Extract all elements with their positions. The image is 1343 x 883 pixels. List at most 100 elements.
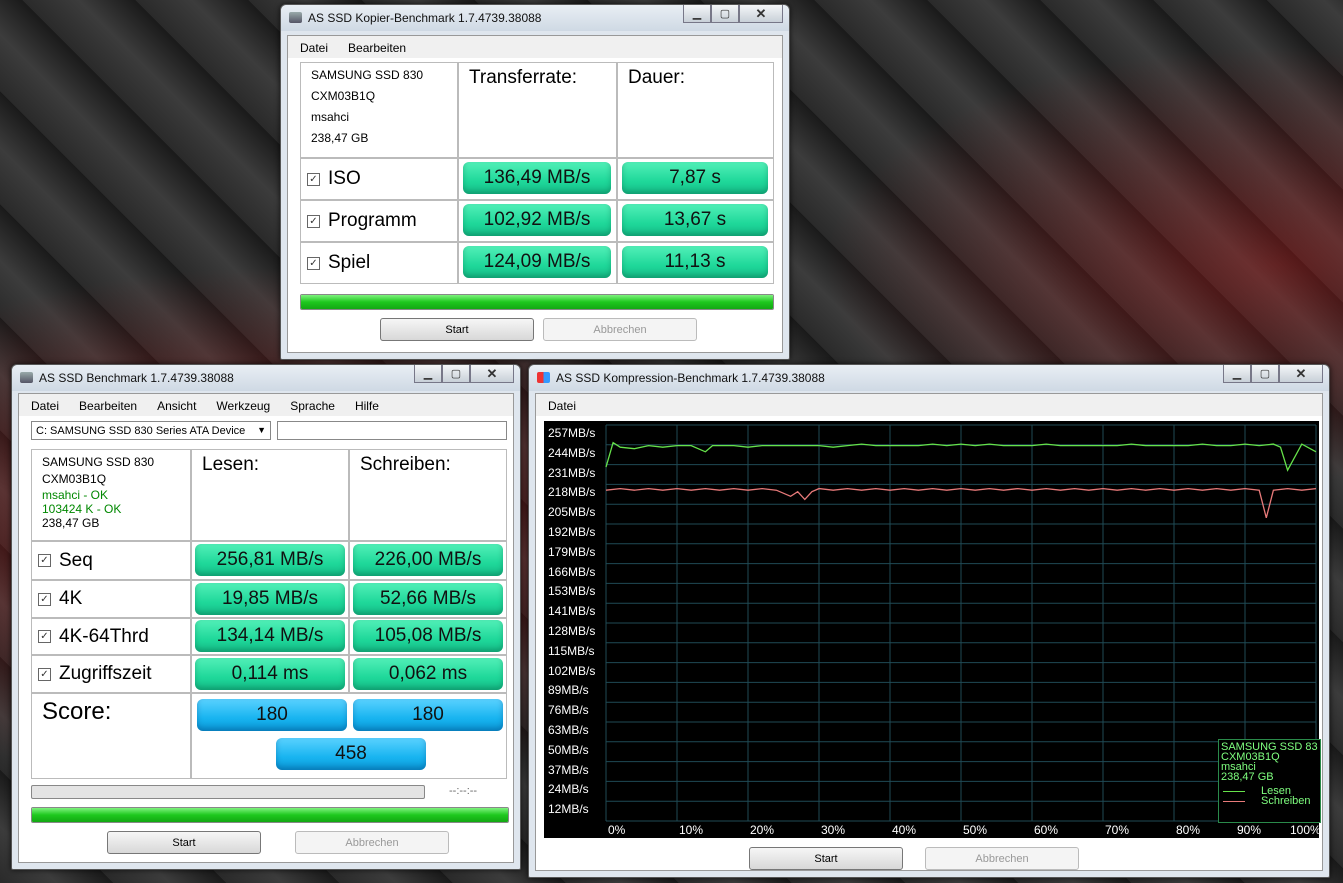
y-tick-label: 166MB/s	[548, 564, 596, 579]
programm-time-value: 13,67 s	[622, 204, 768, 236]
4k-write-value: 52,66 MB/s	[353, 583, 503, 615]
row-label: Seq	[59, 549, 93, 571]
x-tick-label: 0%	[608, 823, 626, 837]
y-tick-label: 76MB/s	[548, 703, 589, 718]
copy-cancel-button[interactable]: Abbrechen	[543, 318, 697, 341]
row-label: Spiel	[328, 252, 371, 273]
menu-sprache[interactable]: Sprache	[278, 394, 343, 416]
bench-window-title: AS SSD Benchmark 1.7.4739.38088	[39, 371, 234, 385]
menu-hilfe[interactable]: Hilfe	[343, 394, 387, 416]
menu-werkzeug[interactable]: Werkzeug	[204, 394, 278, 416]
checkbox-spiel[interactable]: ✓	[307, 256, 320, 270]
menu-datei[interactable]: Datei	[288, 36, 336, 58]
seq-write-value: 226,00 MB/s	[353, 544, 503, 576]
comp-cancel-button[interactable]: Abbrechen	[925, 847, 1079, 870]
drive-firmware: CXM03B1Q	[311, 89, 376, 103]
checkbox-4k-64thrd[interactable]: ✓	[38, 630, 51, 643]
drive-size: 238,47 GB	[311, 131, 369, 145]
spiel-rate-value: 124,09 MB/s	[463, 246, 611, 278]
row-programm: ✓ Programm	[300, 200, 458, 242]
minimize-icon[interactable]: ▁	[683, 5, 711, 23]
row-label: Zugriffszeit	[59, 663, 152, 684]
legend-read-swatch	[1223, 790, 1245, 792]
row-4k: ✓ 4K	[31, 580, 191, 618]
comp-titlebar[interactable]: AS SSD Kompression-Benchmark 1.7.4739.38…	[529, 365, 1329, 391]
dauer-header: Dauer:	[617, 62, 774, 158]
score-read: 180	[197, 699, 347, 731]
maximize-icon[interactable]: ▢	[1251, 365, 1279, 383]
time-readout: --:--:--	[449, 785, 478, 797]
y-tick-label: 257MB/s	[548, 426, 596, 440]
comp-start-button[interactable]: Start	[749, 847, 903, 870]
copy-drive-info: SAMSUNG SSD 830 CXM03B1Q msahci 238,47 G…	[300, 62, 458, 158]
compression-window: AS SSD Kompression-Benchmark 1.7.4739.38…	[528, 364, 1330, 878]
seq-read-value: 256,81 MB/s	[195, 544, 345, 576]
row-spiel: ✓ Spiel	[300, 242, 458, 284]
checkbox-zugriffszeit[interactable]: ✓	[38, 667, 51, 681]
comp-client: Datei 257MB/s 244MB/s 231MB/s 218MB/s 205MB/…	[535, 393, 1323, 871]
close-icon[interactable]: ✕	[739, 5, 783, 23]
menu-datei[interactable]: Datei	[19, 394, 67, 416]
y-tick-label: 63MB/s	[548, 723, 589, 737]
maximize-icon[interactable]: ▢	[711, 5, 739, 23]
access-write-value: 0,062 ms	[353, 658, 503, 690]
y-tick-label: 192MB/s	[548, 525, 596, 539]
close-icon[interactable]: ✕	[1279, 365, 1323, 383]
x-tick-label: 10%	[679, 823, 704, 837]
checkbox-seq[interactable]: ✓	[38, 554, 51, 567]
row-4k-64thrd: ✓ 4K-64Thrd	[31, 618, 191, 655]
drive-firmware: CXM03B1Q	[42, 472, 107, 486]
x-tick-label: 30%	[821, 823, 846, 837]
checkbox-iso[interactable]: ✓	[307, 172, 320, 186]
y-tick-label: 231MB/s	[548, 465, 596, 480]
y-tick-label: 179MB/s	[548, 544, 596, 559]
bench-progress-total-fill	[32, 808, 508, 822]
menu-bearbeiten[interactable]: Bearbeiten	[67, 394, 145, 416]
chart-svg	[605, 424, 1317, 822]
bench-start-button[interactable]: Start	[107, 831, 261, 854]
chevron-down-icon: ▼	[257, 425, 266, 435]
copy-titlebar[interactable]: AS SSD Kopier-Benchmark 1.7.4739.38088 ▁…	[281, 5, 789, 31]
drive-model: SAMSUNG SSD 830	[311, 68, 424, 82]
y-tick-label: 244MB/s	[548, 445, 596, 460]
benchmark-window: AS SSD Benchmark 1.7.4739.38088 ▁ ▢ ✕ Da…	[11, 364, 521, 870]
bench-cancel-button[interactable]: Abbrechen	[295, 831, 449, 854]
y-tick-label: 37MB/s	[548, 762, 589, 777]
minimize-icon[interactable]: ▁	[414, 365, 442, 383]
close-icon[interactable]: ✕	[470, 365, 514, 383]
maximize-icon[interactable]: ▢	[442, 365, 470, 383]
row-seq: ✓ Seq	[31, 541, 191, 580]
score-write: 180	[353, 699, 503, 731]
drive-filter-input[interactable]	[277, 421, 507, 440]
y-tick-label: 12MB/s	[548, 802, 589, 817]
y-tick-label: 128MB/s	[548, 624, 596, 638]
x-tick-label: 90%	[1237, 823, 1262, 837]
app-icon	[289, 12, 302, 23]
4k64-write-value: 105,08 MB/s	[353, 620, 503, 652]
schreiben-header: Schreiben:	[349, 449, 507, 541]
checkbox-4k[interactable]: ✓	[38, 592, 51, 606]
lesen-header: Lesen:	[191, 449, 349, 541]
bench-drive-info: SAMSUNG SSD 830 CXM03B1Q msahci - OK 103…	[31, 449, 191, 541]
menu-datei[interactable]: Datei	[536, 394, 584, 416]
copy-window-title: AS SSD Kopier-Benchmark 1.7.4739.38088	[308, 11, 542, 25]
copy-start-button[interactable]: Start	[380, 318, 534, 341]
y-tick-label: 102MB/s	[548, 663, 596, 678]
programm-rate-value: 102,92 MB/s	[463, 204, 611, 236]
compression-chart: 257MB/s 244MB/s 231MB/s 218MB/s 205MB/s 192MB…	[544, 421, 1321, 838]
bench-client: Datei Bearbeiten Ansicht Werkzeug Sprach…	[18, 393, 514, 863]
iso-time-value: 7,87 s	[622, 162, 768, 194]
bench-titlebar[interactable]: AS SSD Benchmark 1.7.4739.38088 ▁ ▢ ✕	[12, 365, 520, 391]
access-read-value: 0,114 ms	[195, 658, 345, 690]
menu-ansicht[interactable]: Ansicht	[145, 394, 204, 416]
y-tick-label: 50MB/s	[548, 742, 589, 757]
minimize-icon[interactable]: ▁	[1223, 365, 1251, 383]
drive-select[interactable]: C: SAMSUNG SSD 830 Series ATA Device ▼	[31, 421, 271, 440]
row-zugriffszeit: ✓ Zugriffszeit	[31, 655, 191, 693]
copy-progress-bar	[300, 294, 774, 310]
drive-driver: msahci	[311, 110, 350, 124]
alignment-status: 103424 K - OK	[42, 502, 122, 516]
transferrate-header: Transferrate:	[458, 62, 617, 158]
menu-bearbeiten[interactable]: Bearbeiten	[336, 36, 414, 58]
checkbox-programm[interactable]: ✓	[307, 214, 320, 228]
